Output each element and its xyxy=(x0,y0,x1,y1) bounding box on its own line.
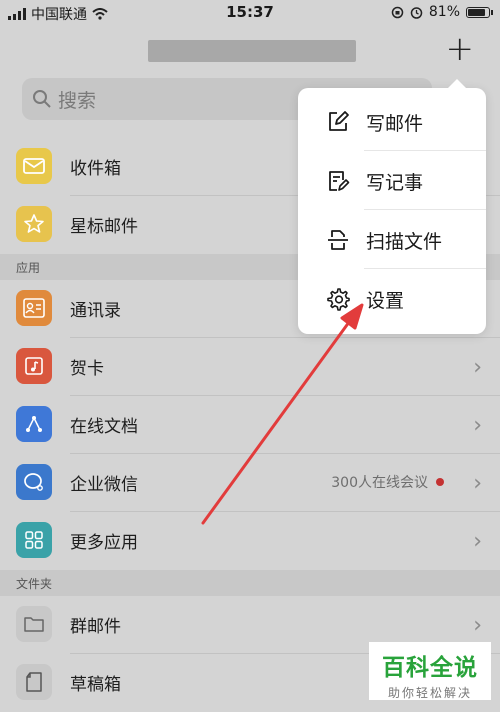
watermark-title: 百科全说 xyxy=(382,655,478,681)
status-bar: 中国联通 15:37 81% xyxy=(0,0,500,26)
battery-percent: 81% xyxy=(428,4,460,20)
draft-icon xyxy=(16,664,52,700)
header: + xyxy=(0,26,500,74)
list-item-label: 贺卡 xyxy=(70,359,104,379)
chevron-right-icon: › xyxy=(473,471,482,496)
list-item-label: 星标邮件 xyxy=(70,217,138,237)
alarm-icon xyxy=(410,6,423,19)
chevron-right-icon: › xyxy=(473,613,482,638)
star-icon xyxy=(16,206,52,242)
menu-item-scan-file[interactable]: 扫描文件 xyxy=(298,210,486,269)
meeting-status: 300人在线会议 xyxy=(331,472,444,492)
section-title: 应用 xyxy=(16,261,41,275)
orientation-lock-icon xyxy=(391,6,404,18)
menu-item-label: 设置 xyxy=(366,290,405,312)
list-item-label: 群邮件 xyxy=(70,617,121,637)
gear-icon xyxy=(327,288,350,311)
list-item-label: 草稿箱 xyxy=(70,675,121,695)
list-item-cards[interactable]: 贺卡 › xyxy=(0,338,500,396)
list-item-wework[interactable]: 企业微信 300人在线会议 › xyxy=(0,454,500,512)
chevron-right-icon: › xyxy=(473,529,482,554)
chevron-right-icon: › xyxy=(473,413,482,438)
document-icon xyxy=(16,406,52,442)
search-placeholder: 搜索 xyxy=(58,89,97,112)
wework-icon xyxy=(16,464,52,500)
red-dot-badge xyxy=(436,478,444,486)
menu-item-label: 写邮件 xyxy=(366,113,424,135)
compose-icon xyxy=(329,111,349,131)
list-item-label: 更多应用 xyxy=(70,533,138,553)
list-item-label: 通讯录 xyxy=(70,301,121,321)
menu-item-write-note[interactable]: 写记事 xyxy=(298,151,486,210)
account-title-blurred xyxy=(148,40,356,62)
watermark-logo: 百科全说 助你轻松解决 xyxy=(369,642,491,700)
note-icon xyxy=(329,171,350,191)
list-item-label: 企业微信 xyxy=(70,475,138,495)
section-header-folders: 文件夹 xyxy=(0,570,500,596)
list-item-label: 在线文档 xyxy=(70,417,138,437)
battery-icon xyxy=(466,6,493,18)
grid-icon xyxy=(16,522,52,558)
section-title: 文件夹 xyxy=(16,577,53,591)
contacts-icon xyxy=(16,290,52,326)
inbox-icon xyxy=(16,148,52,184)
chevron-right-icon: › xyxy=(473,355,482,380)
menu-item-settings[interactable]: 设置 xyxy=(298,269,486,328)
add-popup-menu: 写邮件 写记事 扫描文件 设置 xyxy=(298,79,486,334)
scan-icon xyxy=(328,230,348,250)
plus-icon[interactable]: + xyxy=(446,32,475,66)
menu-item-compose-mail[interactable]: 写邮件 xyxy=(298,92,486,151)
menu-item-label: 写记事 xyxy=(366,172,424,194)
search-icon xyxy=(33,90,51,108)
list-item-label: 收件箱 xyxy=(70,159,121,179)
meeting-status-text: 300人在线会议 xyxy=(331,475,428,491)
card-icon xyxy=(16,348,52,384)
folder-icon xyxy=(16,606,52,642)
watermark-subtitle: 助你轻松解决 xyxy=(387,686,472,700)
status-right: 81% xyxy=(391,4,493,20)
menu-item-label: 扫描文件 xyxy=(366,231,443,253)
list-item-more-apps[interactable]: 更多应用 › xyxy=(0,512,500,570)
list-item-docs[interactable]: 在线文档 › xyxy=(0,396,500,454)
